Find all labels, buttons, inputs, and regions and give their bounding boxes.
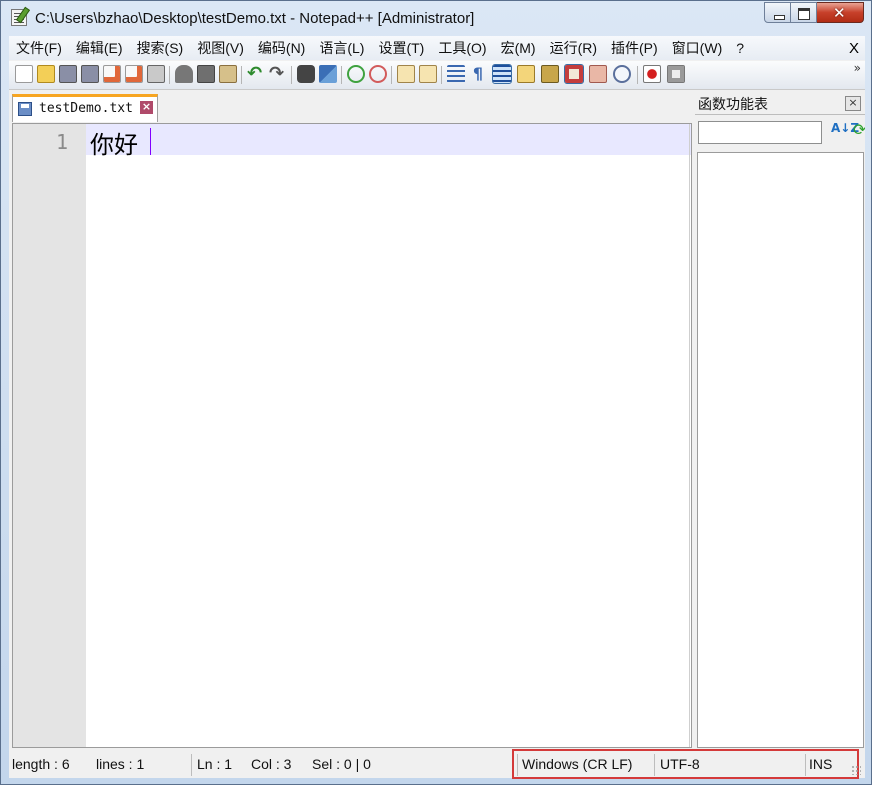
sync-v-icon[interactable] bbox=[397, 65, 415, 83]
close-all-icon[interactable] bbox=[125, 65, 143, 83]
record-macro-icon[interactable] bbox=[643, 65, 661, 83]
maximize-icon bbox=[798, 8, 810, 20]
notepadpp-window: C:\Users\bzhao\Desktop\testDemo.txt - No… bbox=[0, 0, 872, 785]
menu-window[interactable]: 窗口(W) bbox=[665, 36, 730, 60]
saved-file-icon bbox=[18, 102, 32, 116]
title-bar[interactable]: C:\Users\bzhao\Desktop\testDemo.txt - No… bbox=[1, 1, 871, 35]
panel-close-button[interactable]: × bbox=[845, 96, 861, 111]
status-selection: Sel : 0 | 0 bbox=[312, 756, 371, 772]
client-area: 文件(F) 编辑(E) 搜索(S) 视图(V) 编码(N) 语言(L) 设置(T… bbox=[9, 36, 865, 779]
new-file-icon[interactable] bbox=[15, 65, 33, 83]
open-file-icon[interactable] bbox=[37, 65, 55, 83]
text-caret bbox=[150, 128, 151, 155]
status-line-number: Ln : 1 bbox=[197, 756, 233, 772]
toolbar-separator bbox=[169, 66, 170, 84]
toolbar-separator bbox=[291, 66, 292, 84]
menu-view[interactable]: 视图(V) bbox=[190, 36, 251, 60]
toolbar-separator bbox=[441, 66, 442, 84]
menu-plugins[interactable]: 插件(P) bbox=[604, 36, 665, 60]
close-document-button[interactable]: X bbox=[849, 36, 859, 62]
stop-macro-icon[interactable] bbox=[667, 65, 685, 83]
cut-icon[interactable] bbox=[175, 65, 193, 83]
undo-icon[interactable]: ↶ bbox=[247, 65, 265, 83]
resize-grip-icon[interactable] bbox=[851, 765, 861, 775]
panel-header: 函数功能表 × bbox=[695, 92, 865, 115]
tab-label: testDemo.txt bbox=[39, 101, 133, 116]
indent-guide-icon[interactable] bbox=[492, 64, 512, 84]
toolbar: ↶ ↷ ¶ » bbox=[9, 61, 865, 90]
save-all-icon[interactable] bbox=[81, 65, 99, 83]
highlight-box bbox=[512, 749, 859, 779]
status-length: length : 6 bbox=[12, 756, 70, 772]
minimize-icon bbox=[774, 15, 785, 20]
maximize-button[interactable] bbox=[791, 2, 817, 23]
folder-workspace-icon[interactable] bbox=[564, 64, 584, 84]
line-number-gutter: 1 bbox=[13, 124, 86, 747]
menu-file[interactable]: 文件(F) bbox=[9, 36, 69, 60]
toolbar-separator bbox=[241, 66, 242, 84]
close-window-button[interactable]: ✕ bbox=[817, 2, 864, 23]
zoom-out-icon[interactable] bbox=[369, 65, 387, 83]
menu-encoding[interactable]: 编码(N) bbox=[251, 36, 312, 60]
print-icon[interactable] bbox=[147, 65, 165, 83]
status-lines: lines : 1 bbox=[96, 756, 145, 772]
menu-language[interactable]: 语言(L) bbox=[312, 36, 371, 60]
find-icon[interactable] bbox=[297, 65, 315, 83]
menu-search[interactable]: 搜索(S) bbox=[130, 36, 191, 60]
copy-icon[interactable] bbox=[197, 65, 215, 83]
menu-run[interactable]: 运行(R) bbox=[543, 36, 604, 60]
menu-macro[interactable]: 宏(M) bbox=[494, 36, 543, 60]
minimize-button[interactable] bbox=[764, 2, 791, 23]
toolbar-separator bbox=[637, 66, 638, 84]
doc-map-icon[interactable] bbox=[517, 65, 535, 83]
tab-close-button[interactable]: × bbox=[140, 101, 153, 114]
tab-bar: testDemo.txt × bbox=[9, 92, 693, 122]
function-list-panel: 函数功能表 × A↓Z ⟳ bbox=[695, 92, 865, 748]
folder-icon[interactable] bbox=[589, 65, 607, 83]
status-separator bbox=[191, 754, 192, 776]
menu-bar: 文件(F) 编辑(E) 搜索(S) 视图(V) 编码(N) 语言(L) 设置(T… bbox=[9, 36, 865, 60]
status-column: Col : 3 bbox=[251, 756, 292, 772]
editor-line-text[interactable]: 你好 bbox=[90, 125, 138, 160]
menu-settings[interactable]: 设置(T) bbox=[371, 36, 431, 60]
line-number: 1 bbox=[55, 130, 68, 154]
close-icon[interactable] bbox=[103, 65, 121, 83]
paste-icon[interactable] bbox=[219, 65, 237, 83]
word-wrap-icon[interactable] bbox=[447, 65, 465, 83]
editor-area[interactable]: 1 你好 bbox=[12, 123, 692, 748]
show-all-chars-icon[interactable]: ¶ bbox=[469, 65, 487, 83]
toolbar-separator bbox=[341, 66, 342, 84]
save-icon[interactable] bbox=[59, 65, 77, 83]
sync-h-icon[interactable] bbox=[419, 65, 437, 83]
current-line-highlight bbox=[86, 124, 691, 155]
toolbar-overflow-icon[interactable]: » bbox=[854, 61, 861, 75]
toolbar-separator bbox=[391, 66, 392, 84]
monitor-icon[interactable] bbox=[613, 65, 631, 83]
editor-border bbox=[689, 124, 690, 747]
panel-title: 函数功能表 bbox=[698, 97, 768, 113]
function-list[interactable] bbox=[697, 152, 864, 748]
redo-icon[interactable]: ↷ bbox=[269, 65, 287, 83]
menu-edit[interactable]: 编辑(E) bbox=[69, 36, 130, 60]
replace-icon[interactable] bbox=[319, 65, 337, 83]
window-controls: ✕ bbox=[764, 2, 864, 23]
status-bar: length : 6 lines : 1 Ln : 1 Col : 3 Sel … bbox=[9, 749, 865, 779]
reload-icon[interactable]: ⟳ bbox=[853, 123, 865, 137]
notepadpp-app-icon bbox=[11, 9, 27, 26]
function-search-input[interactable] bbox=[698, 121, 822, 144]
menu-help[interactable]: ? bbox=[729, 36, 751, 60]
window-title: C:\Users\bzhao\Desktop\testDemo.txt - No… bbox=[35, 10, 475, 27]
close-icon: ✕ bbox=[833, 4, 846, 22]
zoom-in-icon[interactable] bbox=[347, 65, 365, 83]
menu-tools[interactable]: 工具(O) bbox=[431, 36, 493, 60]
tab-testdemo[interactable]: testDemo.txt × bbox=[12, 94, 158, 122]
function-list-icon[interactable] bbox=[541, 65, 559, 83]
